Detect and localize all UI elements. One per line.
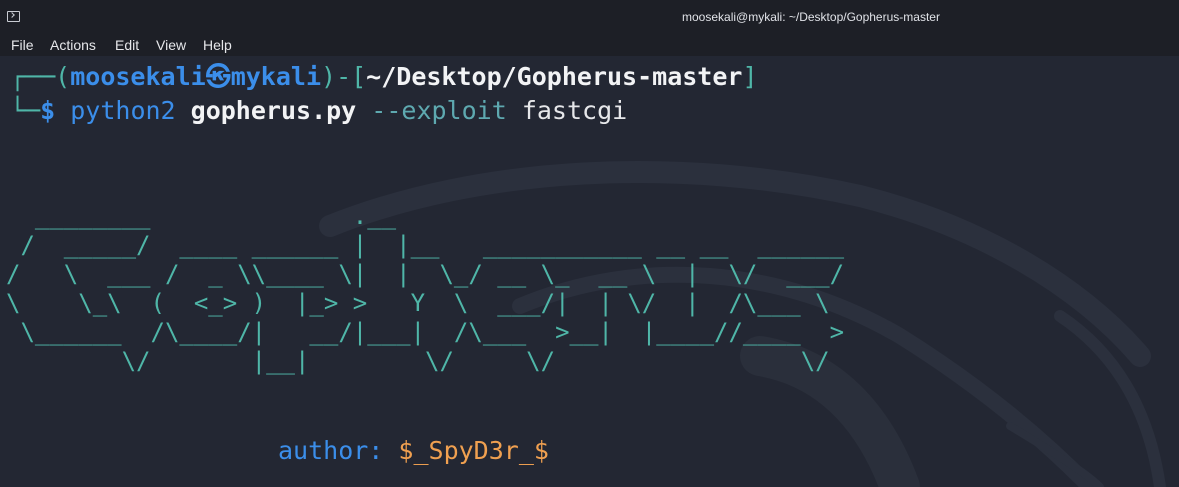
command-value: fastcgi <box>521 96 628 125</box>
menu-view[interactable]: View <box>156 37 186 53</box>
title-bar[interactable]: moosekali@mykali: ~/Desktop/Gopherus-mas… <box>0 0 1179 34</box>
prompt-path: ~/Desktop/Gopherus-master <box>366 62 743 91</box>
menu-bar: File Actions Edit View Help <box>0 34 1179 56</box>
menu-file[interactable]: File <box>11 37 34 53</box>
prompt-host: mykali <box>230 62 322 91</box>
prompt-mid: )-[ <box>321 62 367 91</box>
command-option: --exploit <box>371 96 507 125</box>
terminal-output[interactable]: ┌──(moosekali㉿mykali)-[~/Desktop/Gopheru… <box>0 56 1179 487</box>
prompt-dollar: $ <box>40 96 56 125</box>
command-script: gopherus.py <box>190 96 357 125</box>
author-value: $_SpyD3r_$ <box>398 436 549 465</box>
author-label: author: <box>278 436 384 465</box>
window-title: moosekali@mykali: ~/Desktop/Gopherus-mas… <box>682 10 940 24</box>
command-program: python2 <box>70 96 176 125</box>
prompt-line2-prefix: └─ <box>10 96 41 125</box>
terminal-window: moosekali@mykali: ~/Desktop/Gopherus-mas… <box>0 0 1179 487</box>
menu-help[interactable]: Help <box>203 37 232 53</box>
menu-actions[interactable]: Actions <box>50 37 96 53</box>
prompt-line-2: └─$ python2 gopherus.py --exploit fastcg… <box>10 96 627 126</box>
prompt-suffix: ] <box>742 62 758 91</box>
prompt-at-icon: ㉿ <box>205 62 231 91</box>
gopherus-ascii-banner: ________ .__ / _____/ ____ ______ | |__ … <box>6 202 845 375</box>
author-line: author: $_SpyD3r_$ <box>278 436 549 466</box>
prompt-line1-prefix: ┌──( <box>10 62 71 91</box>
prompt-line-1: ┌──(moosekali㉿mykali)-[~/Desktop/Gopheru… <box>10 62 758 92</box>
prompt-user: moosekali <box>70 62 206 91</box>
menu-edit[interactable]: Edit <box>115 37 139 53</box>
